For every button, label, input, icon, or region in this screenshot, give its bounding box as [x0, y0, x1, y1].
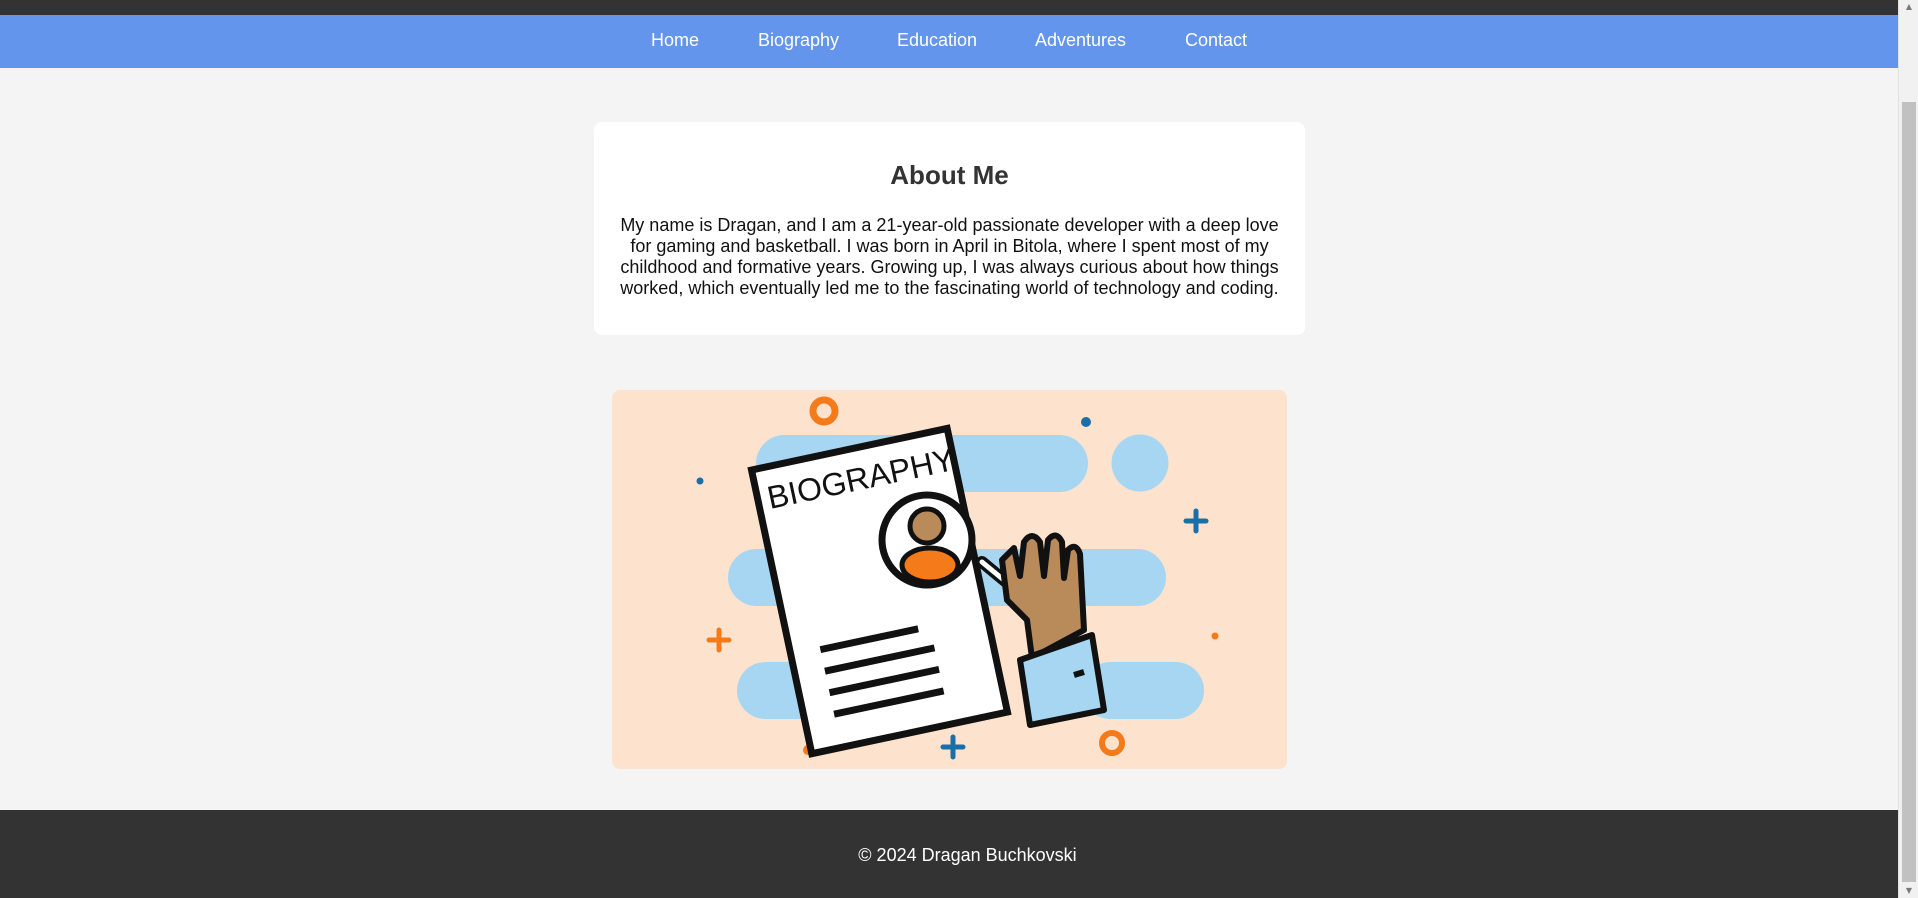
decor-dot	[1081, 417, 1091, 427]
top-bar	[0, 0, 1898, 15]
scroll-up-arrow-icon[interactable]: ▲	[1899, 0, 1918, 14]
about-text: My name is Dragan, and I am a 21-year-ol…	[620, 215, 1279, 298]
nav-education-link[interactable]: Education	[897, 15, 977, 68]
biography-illustration: BIOGRAPHY	[612, 390, 1287, 769]
biography-illustration-svg: BIOGRAPHY	[696, 396, 1219, 760]
nav-home-link[interactable]: Home	[651, 15, 699, 68]
decor-dot	[1211, 632, 1219, 640]
scroll-thumb[interactable]	[1902, 102, 1916, 882]
vertical-scrollbar[interactable]: ▲ ▼	[1898, 0, 1918, 898]
main-nav: Home Biography Education Adventures Cont…	[0, 15, 1898, 68]
decor-plus	[706, 627, 732, 653]
decor-ring	[1099, 730, 1125, 756]
nav-biography-link[interactable]: Biography	[758, 15, 839, 68]
decor-ring	[809, 396, 839, 426]
decor-plus	[1183, 508, 1209, 534]
scroll-down-arrow-icon[interactable]: ▼	[1899, 884, 1918, 898]
nav-contact-link[interactable]: Contact	[1185, 15, 1247, 68]
about-card: About Me My name is Dragan, and I am a 2…	[594, 122, 1305, 335]
decor-circle	[1111, 434, 1169, 492]
footer: © 2024 Dragan Buchkovski	[0, 810, 1898, 898]
footer-copyright: © 2024 Dragan Buchkovski	[858, 845, 1077, 865]
about-title: About Me	[890, 160, 1009, 190]
magnifier-icon	[878, 491, 1028, 601]
nav-adventures-link[interactable]: Adventures	[1035, 15, 1126, 68]
decor-dot	[696, 477, 704, 485]
decor-plus	[940, 734, 966, 760]
page: Home Biography Education Adventures Cont…	[0, 0, 1898, 898]
